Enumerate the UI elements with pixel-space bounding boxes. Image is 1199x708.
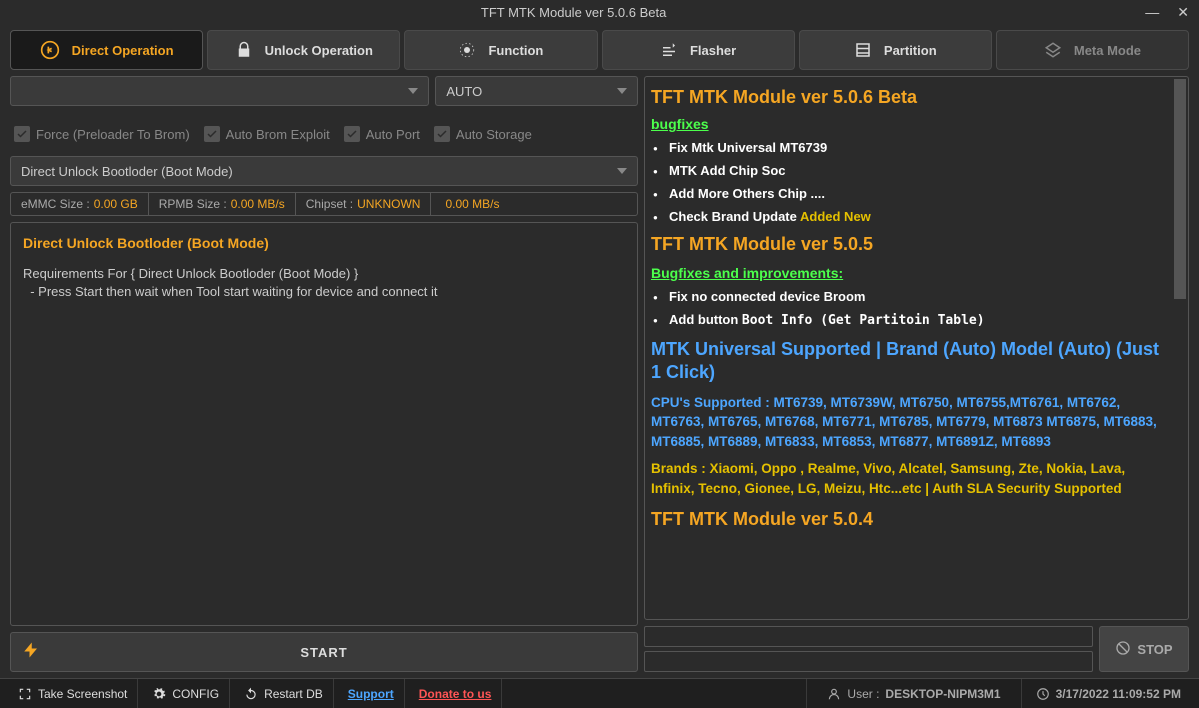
device-select[interactable] <box>10 76 429 106</box>
log-panel: Direct Unlock Bootloder (Boot Mode) Requ… <box>10 222 638 626</box>
changelog-item: Add More Others Chip .... <box>669 186 1160 201</box>
changelog-panel: TFT MTK Module ver 5.0.6 Beta bugfixes F… <box>644 76 1189 620</box>
tab-partition[interactable]: Partition <box>799 30 992 70</box>
scrollbar-thumb[interactable] <box>1174 79 1186 299</box>
tab-flasher[interactable]: Flasher <box>602 30 795 70</box>
changelog-subheading: Bugfixes and improvements: <box>651 265 1160 281</box>
footer-datetime: 3/17/2022 11:09:52 PM <box>1026 687 1191 701</box>
checkbox-autoport[interactable]: Auto Port <box>344 126 420 142</box>
log-line: - Press Start then wait when Tool start … <box>23 283 625 301</box>
footer: Take Screenshot CONFIG Restart DB Suppor… <box>0 678 1199 708</box>
support-link[interactable]: Support <box>338 679 405 708</box>
stat-emmc: eMMC Size : 0.00 GB <box>11 193 149 215</box>
tab-label: Partition <box>884 43 937 58</box>
check-icon <box>204 126 220 142</box>
changelog-heading: TFT MTK Module ver 5.0.6 Beta <box>651 87 1160 108</box>
operation-select[interactable]: Direct Unlock Bootloder (Boot Mode) <box>10 156 638 186</box>
tab-unlock-operation[interactable]: Unlock Operation <box>207 30 400 70</box>
stop-label: STOP <box>1137 642 1172 657</box>
stat-rpmb: RPMB Size : 0.00 MB/s <box>149 193 296 215</box>
log-title: Direct Unlock Bootloder (Boot Mode) <box>23 235 625 251</box>
progress-stack <box>644 626 1093 672</box>
tab-label: Direct Operation <box>72 43 174 58</box>
donate-link[interactable]: Donate to us <box>409 679 503 708</box>
tab-label: Flasher <box>690 43 736 58</box>
changelog-subheading: bugfixes <box>651 116 1160 132</box>
start-label: START <box>51 645 637 660</box>
bolt-icon <box>11 641 51 664</box>
tab-meta-mode[interactable]: Meta Mode <box>996 30 1189 70</box>
user-icon <box>827 687 841 701</box>
start-button[interactable]: START <box>10 632 638 672</box>
check-label: Force (Preloader To Brom) <box>36 127 190 142</box>
operation-select-value: Direct Unlock Bootloder (Boot Mode) <box>21 164 233 179</box>
stat-chipset: Chipset : UNKNOWN <box>296 193 432 215</box>
tab-label: Unlock Operation <box>265 43 373 58</box>
checkbox-autostorage[interactable]: Auto Storage <box>434 126 532 142</box>
restart-db-button[interactable]: Restart DB <box>234 679 334 708</box>
stop-button[interactable]: STOP <box>1099 626 1189 672</box>
lock-icon <box>235 41 253 59</box>
changelog-item: Fix Mtk Universal MT6739 <box>669 140 1160 155</box>
check-label: Auto Storage <box>456 127 532 142</box>
tab-label: Meta Mode <box>1074 43 1141 58</box>
stat-speed: 0.00 MB/s <box>431 193 509 215</box>
direct-icon <box>40 40 60 60</box>
footer-user: User : DESKTOP-NIPM3M1 <box>806 679 1021 708</box>
changelog-item: Fix no connected device Broom <box>669 289 1160 304</box>
screenshot-button[interactable]: Take Screenshot <box>8 679 138 708</box>
meta-icon <box>1044 41 1062 59</box>
minimize-button[interactable]: — <box>1141 4 1163 21</box>
changelog-heading: MTK Universal Supported | Brand (Auto) M… <box>651 338 1160 385</box>
tab-direct-operation[interactable]: Direct Operation <box>10 30 203 70</box>
mode-select[interactable]: AUTO <box>435 76 638 106</box>
log-line: Requirements For { Direct Unlock Bootlod… <box>23 265 625 283</box>
options-row: Force (Preloader To Brom) Auto Brom Expl… <box>10 112 638 150</box>
config-button[interactable]: CONFIG <box>142 679 230 708</box>
mode-select-value: AUTO <box>446 84 482 99</box>
restart-icon <box>244 687 258 701</box>
partition-icon <box>854 41 872 59</box>
changelog-heading: TFT MTK Module ver 5.0.5 <box>651 234 1160 255</box>
check-label: Auto Brom Exploit <box>226 127 330 142</box>
titlebar: TFT MTK Module ver 5.0.6 Beta — ✕ <box>0 0 1199 24</box>
checkbox-autobrom[interactable]: Auto Brom Exploit <box>204 126 330 142</box>
progress-bar-1 <box>644 626 1093 647</box>
check-icon <box>344 126 360 142</box>
main-tabs: Direct Operation Unlock Operation Functi… <box>0 24 1199 76</box>
clock-icon <box>1036 687 1050 701</box>
gear-icon <box>152 687 166 701</box>
function-icon <box>458 41 476 59</box>
check-icon <box>14 126 30 142</box>
tab-label: Function <box>488 43 543 58</box>
changelog-item: Check Brand Update Added New <box>669 209 1160 224</box>
changelog-brands: Brands : Xiaomi, Oppo , Realme, Vivo, Al… <box>651 459 1160 498</box>
check-icon <box>434 126 450 142</box>
changelog-heading: TFT MTK Module ver 5.0.4 <box>651 509 1160 530</box>
screenshot-icon <box>18 687 32 701</box>
changelog-supported: CPU's Supported : MT6739, MT6739W, MT675… <box>651 393 1160 452</box>
changelog-item: Add button Boot Info (Get Partitoin Tabl… <box>669 312 1160 328</box>
status-bar: eMMC Size : 0.00 GB RPMB Size : 0.00 MB/… <box>10 192 638 216</box>
tab-function[interactable]: Function <box>404 30 597 70</box>
stop-icon <box>1115 640 1131 659</box>
changelog-item: MTK Add Chip Soc <box>669 163 1160 178</box>
checkbox-force[interactable]: Force (Preloader To Brom) <box>14 126 190 142</box>
close-button[interactable]: ✕ <box>1173 4 1193 21</box>
window-title: TFT MTK Module ver 5.0.6 Beta <box>6 5 1141 20</box>
progress-bar-2 <box>644 651 1093 672</box>
flasher-icon <box>660 41 678 59</box>
check-label: Auto Port <box>366 127 420 142</box>
